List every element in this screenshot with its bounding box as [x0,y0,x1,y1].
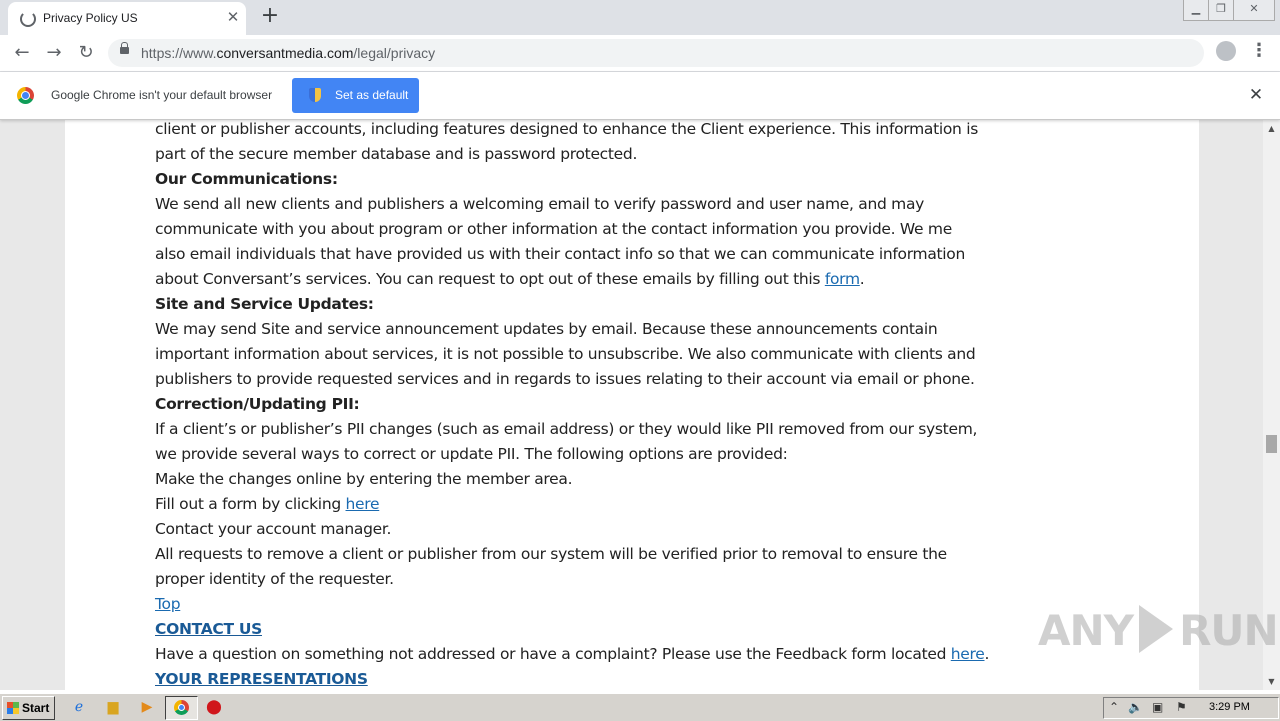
start-button[interactable]: Start [2,696,55,720]
paragraph-line: Have a question on something not address… [155,645,990,663]
system-tray: ⌃ 🔈 ▣ ⚑ 3:29 PM [1103,697,1279,719]
heading-site-service-updates: Site and Service Updates: [155,295,374,313]
media-player-icon[interactable]: ▶ [137,698,157,716]
option-account-manager: Contact your account manager. [155,520,392,538]
scroll-thumb[interactable] [1266,435,1277,453]
windows-flag-icon [7,702,19,714]
menu-kebab-icon[interactable]: ⋮ [1250,39,1268,65]
paragraph-line: important information about services, it… [155,345,976,363]
browser-toolbar: ← → ↻ https://www.conversantmedia.com/le… [0,35,1280,72]
paragraph-line: we provide several ways to correct or up… [155,445,788,463]
option-fill-form: Fill out a form by clicking here [155,495,380,513]
tab-title: Privacy Policy US [43,11,138,25]
reload-icon[interactable]: ↻ [72,39,100,67]
close-tab-icon[interactable]: ✕ [222,6,244,28]
tab-privacy-policy[interactable]: Privacy Policy US ✕ [8,2,246,35]
scroll-up-arrow-icon[interactable]: ▲ [1263,120,1280,137]
heading-our-communications: Our Communications: [155,170,338,188]
form-link[interactable]: form [825,270,860,288]
privacy-policy-body: client or publisher accounts, including … [155,120,990,690]
your-representations-link[interactable]: YOUR REPRESENTATIONS [155,670,368,688]
paragraph-line: proper identity of the requester. [155,570,394,588]
your-representations-heading-line: YOUR REPRESENTATIONS [155,667,945,690]
heading-correction-updating-pii: Correction/Updating PII: [155,395,360,413]
top-link[interactable]: Top [155,595,181,613]
address-bar[interactable]: https://www.conversantmedia.com/legal/pr… [108,39,1204,67]
option-member-area: Make the changes online by entering the … [155,470,573,488]
lock-icon[interactable] [120,42,129,54]
back-arrow-icon[interactable]: ← [8,39,36,67]
top-link-line: Top [155,592,945,617]
here-form-link[interactable]: here [346,495,380,513]
close-infobar-icon[interactable]: ✕ [1246,85,1266,105]
minimize-button[interactable]: ▁ [1183,0,1209,21]
profile-avatar-icon[interactable] [1216,41,1236,61]
show-hidden-icons-icon[interactable]: ⌃ [1109,700,1119,714]
default-browser-infobar: Google Chrome isn't your default browser… [0,72,1280,120]
action-center-flag-icon[interactable]: ⚑ [1176,700,1187,714]
contact-us-heading-line: CONTACT US [155,617,945,642]
content-panel: client or publisher accounts, including … [65,120,1199,690]
play-icon [1139,605,1174,653]
paragraph-line: We may send Site and service announcemen… [155,320,938,338]
paragraph-line: about Conversant’s services. You can req… [155,270,865,288]
paragraph-line: also email individuals that have provide… [155,245,966,263]
chrome-icon [174,700,189,715]
infobar-message: Google Chrome isn't your default browser [51,88,273,102]
chrome-taskbar-button[interactable] [165,696,198,720]
file-explorer-icon[interactable]: ▆ [103,698,123,716]
set-as-default-button[interactable]: Set as default [292,78,419,113]
url-text[interactable]: https://www.conversantmedia.com/legal/pr… [141,45,435,61]
network-icon[interactable]: ▣ [1152,700,1163,714]
windows-taskbar: Start ℯ ▆ ▶ ⬤ ⌃ 🔈 ▣ ⚑ 3:29 PM [0,693,1280,721]
tab-strip: Privacy Policy US ✕ + ▁ ❐ ✕ [0,0,1280,35]
clock[interactable]: 3:29 PM [1209,701,1250,713]
paragraph-line: We send all new clients and publishers a… [155,195,925,213]
paragraph-line: part of the secure member database and i… [155,145,638,163]
forward-arrow-icon[interactable]: → [40,39,68,67]
paragraph-line: communicate with you about program or ot… [155,220,952,238]
chrome-logo-icon [17,87,34,104]
paragraph-line: publishers to provide requested services… [155,370,975,388]
scroll-down-arrow-icon[interactable]: ▼ [1263,673,1280,690]
internet-explorer-icon[interactable]: ℯ [69,698,89,716]
volume-icon[interactable]: 🔈 [1128,700,1143,714]
close-window-button[interactable]: ✕ [1233,0,1275,21]
loading-icon [20,11,36,27]
restore-button[interactable]: ❐ [1208,0,1234,21]
contact-us-link[interactable]: CONTACT US [155,620,262,638]
new-tab-button[interactable]: + [257,3,283,29]
paragraph-line: All requests to remove a client or publi… [155,545,947,563]
paragraph-line: If a client’s or publisher’s PII changes… [155,420,978,438]
feedback-here-link[interactable]: here [951,645,985,663]
stop-sign-icon[interactable]: ⬤ [204,698,224,716]
paragraph-line: client or publisher accounts, including … [155,120,978,138]
shield-icon [309,88,321,102]
anyrun-watermark: ANY RUN [1038,605,1279,655]
